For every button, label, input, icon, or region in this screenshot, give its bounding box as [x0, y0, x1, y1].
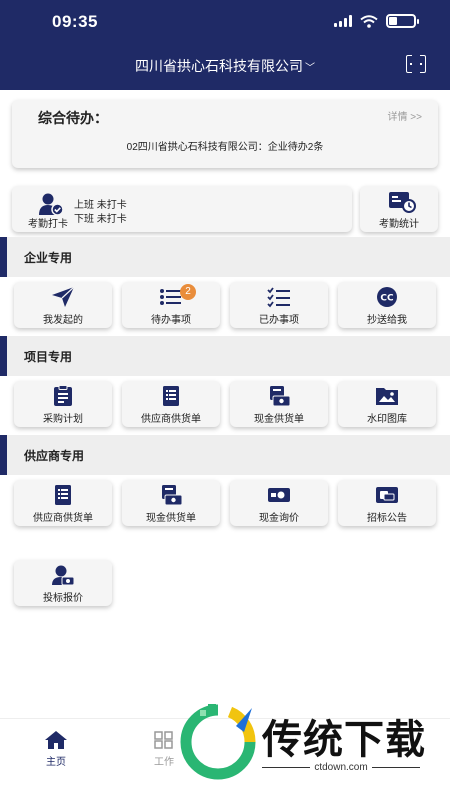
document-icon [55, 485, 71, 505]
tile-cash-inquiry[interactable]: 现金询价 [230, 480, 328, 526]
tile-label: 抄送给我 [367, 315, 407, 326]
cash-inquiry-icon [268, 488, 290, 502]
tile-label: 已办事项 [259, 315, 299, 326]
tile-label: 供应商供货单 [141, 414, 201, 425]
section-title: 项目专用 [24, 350, 73, 364]
attendance-punch-card[interactable]: 考勤打卡 上班 未打卡 下班 未打卡 [12, 186, 352, 232]
work-icon [154, 731, 173, 749]
status-icons [334, 14, 419, 28]
tile-label: 供应商供货单 [33, 513, 93, 524]
cash-document-icon [162, 485, 183, 506]
section-title: 企业专用 [24, 251, 73, 265]
off-duty-status: 下班 未打卡 [74, 214, 127, 225]
signal-icon [334, 15, 352, 27]
todo-title: 综合待办： [38, 110, 108, 126]
tab-home[interactable]: 主页 [26, 731, 86, 768]
tile-bid-quote[interactable]: 投标报价 [14, 560, 112, 606]
todo-summary-text: 02四川省拱心石科技有限公司：企业待办2条 [126, 142, 324, 153]
image-folder-icon [376, 388, 398, 405]
tile-label: 现金供货单 [146, 513, 196, 524]
todo-summary-card[interactable]: 综合待办： 详情 >> 02四川省拱心石科技有限公司：企业待办2条 [12, 100, 438, 168]
tile-cc-to-me[interactable]: CC 抄送给我 [338, 282, 436, 328]
tile-supplier-delivery[interactable]: 供应商供货单 [122, 381, 220, 427]
chevron-down-icon: ﹀ [305, 63, 315, 74]
wifi-icon [360, 14, 378, 28]
tile-label: 我发起的 [43, 315, 83, 326]
user-check-icon [39, 193, 64, 216]
checklist-icon [267, 287, 290, 308]
announcement-icon [376, 487, 398, 503]
tile-label: 采购计划 [43, 414, 83, 425]
send-icon [52, 286, 75, 307]
watermark-url-text: ctdown.com [314, 762, 368, 773]
scan-icon[interactable] [406, 54, 426, 74]
attendance-stats-button[interactable]: 考勤统计 [360, 186, 438, 232]
section-enterprise: 企业专用 [0, 237, 450, 277]
cash-document-icon [270, 386, 291, 407]
tile-label: 投标报价 [43, 593, 83, 604]
todo-count-badge: 2 [180, 284, 196, 300]
watermark-logo-icon [180, 704, 256, 780]
watermark-url: ctdown.com [262, 762, 421, 773]
tile-todo-items[interactable]: 2 待办事项 [122, 282, 220, 328]
company-selector[interactable]: 四川省拱心石科技有限公司 ﹀ [0, 56, 450, 76]
app-header: 09:35 四川省拱心石科技有限公司 ﹀ [0, 0, 450, 90]
company-name: 四川省拱心石科技有限公司 [135, 58, 303, 74]
todo-detail-link[interactable]: 详情 >> [388, 108, 422, 123]
battery-icon [386, 14, 419, 28]
tile-label: 现金询价 [259, 513, 299, 524]
attendance-label: 考勤打卡 [28, 219, 68, 230]
section-project: 项目专用 [0, 336, 450, 376]
attendance-stats-label: 考勤统计 [379, 219, 419, 230]
bid-quote-icon [52, 565, 75, 586]
tile-cash-delivery[interactable]: 现金供货单 [230, 381, 328, 427]
svg-text:CC: CC [380, 294, 394, 304]
tile-label: 现金供货单 [254, 414, 304, 425]
watermark-title: 传统下载 [262, 718, 426, 762]
tile-done-items[interactable]: 已办事项 [230, 282, 328, 328]
tile-my-initiated[interactable]: 我发起的 [14, 282, 112, 328]
tile-label: 招标公告 [367, 513, 407, 524]
tile-watermark-gallery[interactable]: 水印图库 [338, 381, 436, 427]
tile-supplier-delivery-2[interactable]: 供应商供货单 [14, 480, 112, 526]
tile-label: 待办事项 [151, 315, 191, 326]
stats-clock-icon [389, 192, 416, 213]
tile-label: 水印图库 [367, 414, 407, 425]
on-duty-status: 上班 未打卡 [74, 200, 127, 211]
status-time: 09:35 [52, 12, 98, 31]
cc-icon: CC [377, 287, 397, 307]
tile-purchase-plan[interactable]: 采购计划 [14, 381, 112, 427]
tile-tender-notice[interactable]: 招标公告 [338, 480, 436, 526]
document-icon [163, 386, 179, 406]
home-icon [45, 731, 67, 749]
clipboard-icon [54, 385, 72, 406]
section-supplier: 供应商专用 [0, 435, 450, 475]
section-title: 供应商专用 [24, 449, 85, 463]
tab-label: 主页 [46, 757, 66, 768]
tile-cash-delivery-2[interactable]: 现金供货单 [122, 480, 220, 526]
